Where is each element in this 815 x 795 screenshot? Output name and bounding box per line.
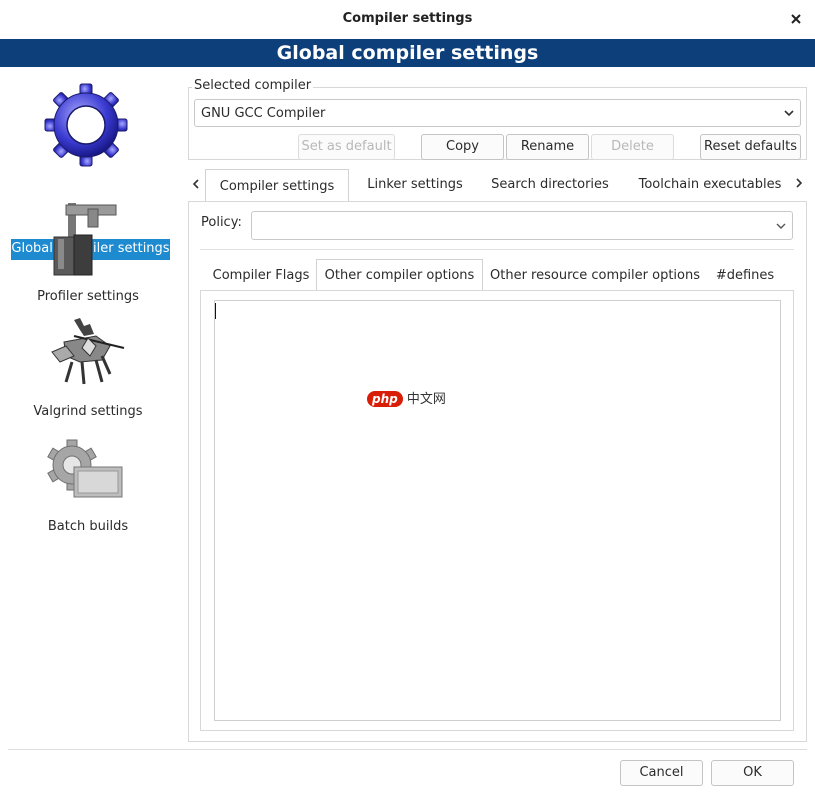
category-list: Global compiler settings Profiler settin… — [0, 67, 182, 747]
footer-divider — [8, 749, 807, 750]
close-icon[interactable] — [786, 9, 806, 29]
rename-button[interactable]: Rename — [506, 134, 589, 160]
text-cursor — [215, 303, 216, 319]
title-bar: Compiler settings — [0, 0, 815, 38]
set-default-button[interactable]: Set as default — [298, 134, 395, 160]
policy-label: Policy: — [201, 215, 242, 230]
divider — [200, 249, 794, 250]
category-label-profiler: Profiler settings — [37, 289, 139, 304]
knight-icon — [51, 318, 125, 385]
compiler-select[interactable]: GNU GCC Compiler — [194, 99, 801, 127]
tab-compiler-settings[interactable]: Compiler settings — [205, 169, 349, 202]
cancel-button[interactable]: Cancel — [620, 760, 703, 786]
tab-toolchain-executables[interactable]: Toolchain executables — [628, 177, 792, 197]
category-batch[interactable]: Batch builds — [0, 427, 182, 537]
ok-button[interactable]: OK — [711, 760, 794, 786]
watermark: php 中文网 — [367, 388, 446, 407]
copy-button[interactable]: Copy — [421, 134, 504, 160]
gear-box-icon — [47, 439, 123, 498]
delete-button[interactable]: Delete — [591, 134, 674, 160]
tab-search-directories[interactable]: Search directories — [482, 177, 618, 197]
page-header: Global compiler settings — [0, 39, 815, 67]
subtab-other-resource-compiler-options[interactable]: Other resource compiler options — [487, 268, 703, 288]
subtab-other-compiler-options[interactable]: Other compiler options — [316, 259, 483, 291]
options-text-area[interactable] — [214, 300, 781, 721]
gear-icon — [44, 83, 128, 167]
compiler-group-label: Selected compiler — [192, 78, 314, 93]
category-label-batch: Batch builds — [47, 519, 129, 534]
reset-defaults-button[interactable]: Reset defaults — [700, 134, 801, 160]
subtab-compiler-flags[interactable]: Compiler Flags — [207, 268, 315, 288]
compiler-select-value: GNU GCC Compiler — [201, 106, 326, 121]
window-title: Compiler settings — [342, 11, 473, 26]
category-profiler[interactable]: Profiler settings — [0, 197, 182, 307]
chevron-right-icon[interactable] — [793, 177, 805, 189]
category-valgrind[interactable]: Valgrind settings — [0, 312, 182, 422]
watermark-badge: php — [367, 391, 403, 407]
category-label-valgrind: Valgrind settings — [33, 404, 143, 419]
caliper-icon — [53, 203, 117, 276]
page-title: Global compiler settings — [276, 42, 539, 64]
subtab-defines[interactable]: #defines — [709, 268, 781, 288]
policy-select[interactable] — [251, 211, 793, 240]
chevron-down-icon — [776, 223, 786, 229]
tab-linker-settings[interactable]: Linker settings — [355, 177, 475, 197]
category-global[interactable] — [0, 77, 182, 197]
chevron-down-icon — [784, 110, 794, 117]
chevron-left-icon[interactable] — [190, 178, 202, 190]
watermark-text: 中文网 — [406, 392, 446, 407]
